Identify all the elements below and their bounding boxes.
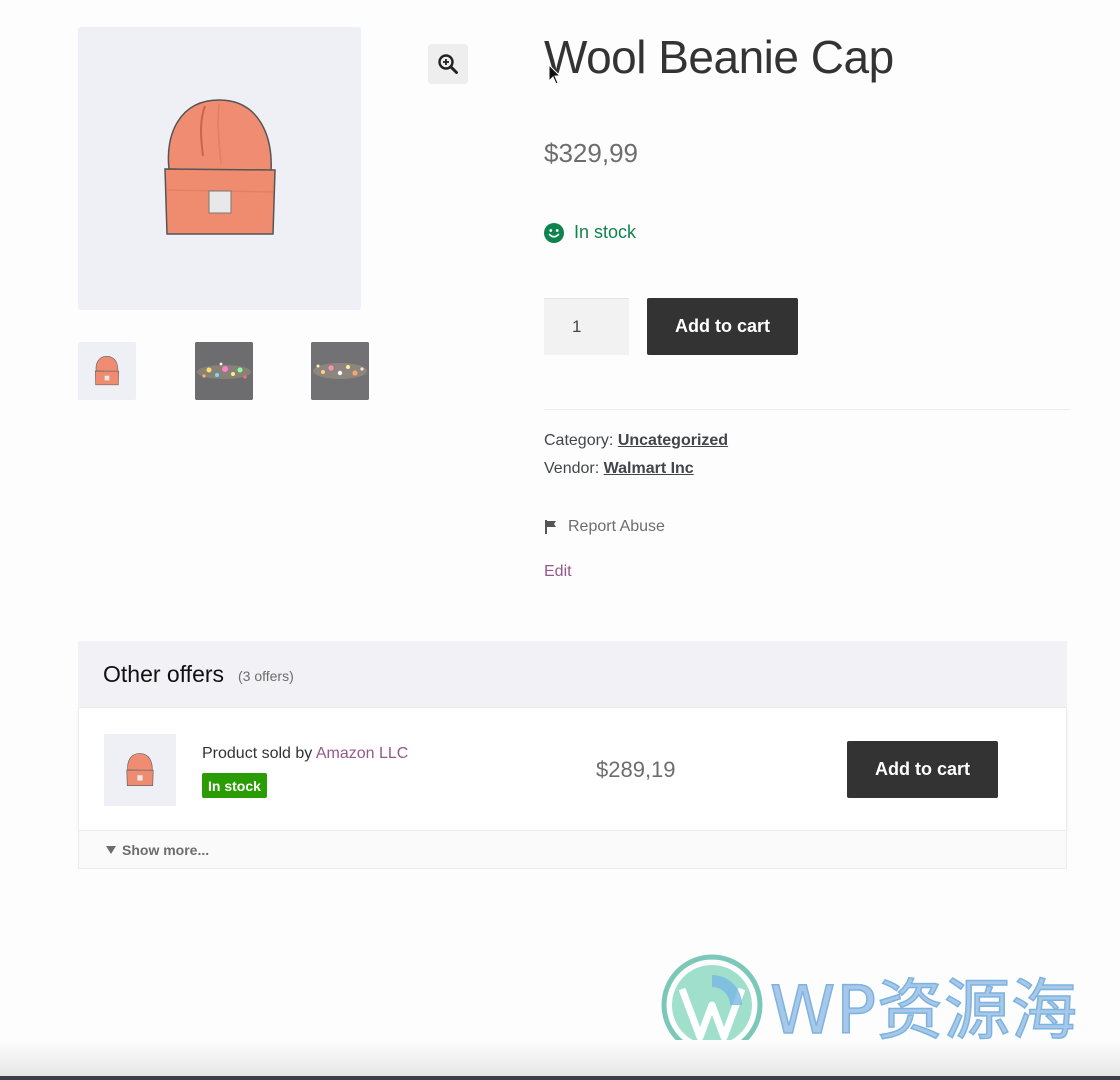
show-more-toggle[interactable]: Show more... bbox=[78, 831, 1067, 869]
zoom-button[interactable] bbox=[428, 44, 468, 84]
stock-status: In stock bbox=[544, 222, 636, 243]
vendor-label: Vendor: bbox=[544, 460, 600, 477]
edit-link[interactable]: Edit bbox=[544, 563, 572, 581]
offer-stock-badge: In stock bbox=[202, 773, 267, 798]
other-offers-count: (3 offers) bbox=[238, 668, 294, 684]
add-to-cart-button[interactable]: Add to cart bbox=[647, 298, 798, 355]
quantity-input[interactable] bbox=[544, 298, 629, 355]
other-offers-title: Other offers bbox=[103, 661, 225, 687]
category-link[interactable]: Uncategorized bbox=[618, 432, 728, 449]
flag-icon bbox=[545, 520, 556, 534]
offer-product-thumbnail[interactable] bbox=[104, 734, 176, 806]
sparkle-image-icon bbox=[311, 342, 369, 400]
other-offers-header: Other offers (3 offers) bbox=[78, 641, 1067, 707]
offer-price: $289,19 bbox=[596, 757, 676, 782]
offer-row: Product sold by Amazon LLC In stock $289… bbox=[78, 707, 1067, 831]
offer-seller: Product sold by Amazon LLC bbox=[202, 745, 408, 763]
report-abuse-text: Report Abuse bbox=[568, 518, 665, 535]
zoom-in-icon bbox=[438, 54, 458, 74]
sparkle-image-icon bbox=[195, 342, 253, 400]
beanie-hat-illustration bbox=[163, 98, 276, 235]
product-title: Wool Beanie Cap bbox=[544, 31, 894, 83]
product-price: $329,99 bbox=[544, 138, 638, 168]
product-category: Category: Uncategorized bbox=[544, 432, 728, 450]
bottom-fade bbox=[0, 1040, 1120, 1080]
smiley-icon bbox=[544, 222, 564, 243]
gallery-thumbnail-sparkle-1[interactable] bbox=[195, 342, 253, 400]
divider bbox=[544, 409, 1070, 410]
product-main-image[interactable] bbox=[78, 27, 361, 310]
vendor-link[interactable]: Walmart Inc bbox=[604, 460, 694, 477]
mouse-cursor-icon bbox=[548, 64, 562, 85]
category-label: Category: bbox=[544, 432, 614, 449]
offer-seller-prefix: Product sold by bbox=[202, 745, 313, 762]
show-more-text: Show more... bbox=[122, 841, 210, 858]
beanie-thumb-icon bbox=[126, 753, 154, 786]
bottom-edge bbox=[0, 1076, 1120, 1080]
report-abuse-link[interactable]: Report Abuse bbox=[544, 518, 665, 536]
gallery-thumbnail-sparkle-2[interactable] bbox=[311, 342, 369, 400]
stock-text: In stock bbox=[574, 222, 637, 242]
offer-seller-link[interactable]: Amazon LLC bbox=[316, 745, 409, 762]
gallery-thumbnail-beanie[interactable] bbox=[78, 342, 136, 400]
offer-add-to-cart-button[interactable]: Add to cart bbox=[847, 741, 998, 798]
watermark-text: WP资源海 bbox=[769, 971, 1079, 1050]
beanie-thumb-icon bbox=[94, 355, 120, 386]
product-vendor: Vendor: Walmart Inc bbox=[544, 460, 694, 478]
triangle-down-icon bbox=[106, 845, 116, 854]
